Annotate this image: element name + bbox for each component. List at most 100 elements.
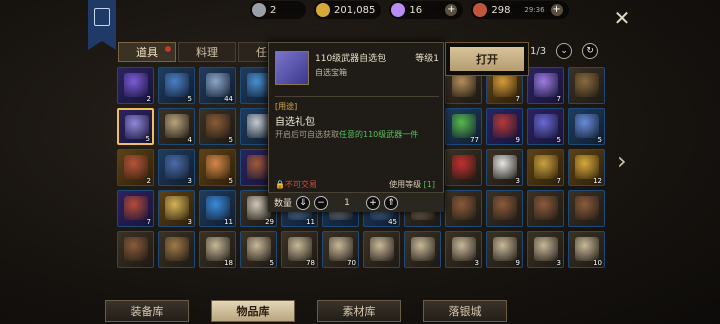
item-count: 7 <box>556 95 561 103</box>
inventory-slot[interactable]: 9 <box>486 231 523 268</box>
inventory-slot[interactable]: 2 <box>117 67 154 104</box>
bottom-tab-1[interactable]: 物品库 <box>211 300 295 322</box>
inventory-slot[interactable]: 7 <box>117 190 154 227</box>
inventory-slot[interactable]: 11 <box>199 190 236 227</box>
item-count: 2 <box>146 177 151 185</box>
inventory-slot[interactable]: 3 <box>445 231 482 268</box>
inventory-slot[interactable]: 44 <box>199 67 236 104</box>
inventory-slot[interactable]: 4 <box>158 108 195 145</box>
add-currency-icon[interactable]: + <box>550 4 563 16</box>
trade-text: 不可交易 <box>284 180 317 189</box>
open-button[interactable]: 打开 <box>445 42 529 76</box>
inventory-slot[interactable]: 5 <box>199 149 236 186</box>
inventory-slot[interactable] <box>117 231 154 268</box>
inventory-slot[interactable]: 18 <box>199 231 236 268</box>
item-icon <box>534 155 558 179</box>
item-icon <box>124 237 148 261</box>
item-icon <box>206 196 230 220</box>
inventory-slot[interactable]: 9 <box>486 108 523 145</box>
inventory-slot[interactable]: 3 <box>158 149 195 186</box>
item-icon <box>206 155 230 179</box>
inventory-slot[interactable]: 78 <box>281 231 318 268</box>
item-description: 开启后可自选获取任意的110级武器一件 <box>275 129 439 141</box>
refresh-icon[interactable]: ↻ <box>582 43 599 59</box>
inventory-slot[interactable]: 3 <box>486 149 523 186</box>
item-icon <box>575 196 599 220</box>
chevron-right-icon[interactable]: › <box>617 148 631 174</box>
inventory-slot[interactable]: 5 <box>199 108 236 145</box>
inventory-slot[interactable]: 3 <box>158 190 195 227</box>
item-icon <box>575 73 599 97</box>
item-icon <box>534 237 558 261</box>
timer: 29:36 <box>524 6 545 14</box>
item-icon <box>534 114 558 138</box>
item-count: 7 <box>146 218 151 226</box>
chevron-down-icon[interactable]: ⌄ <box>556 43 573 59</box>
item-icon <box>275 51 309 85</box>
inventory-slot[interactable]: 3 <box>527 231 564 268</box>
item-count: 9 <box>515 136 520 144</box>
currency-value: 201,085 <box>334 4 376 16</box>
minus-icon[interactable]: − <box>314 195 329 210</box>
item-count: 5 <box>556 136 561 144</box>
currency-3: 298 29:36 + <box>471 1 569 19</box>
item-count: 70 <box>347 259 356 267</box>
inventory-slot[interactable]: 77 <box>445 108 482 145</box>
inventory-slot[interactable] <box>158 231 195 268</box>
use-level: 使用等级 [1] <box>389 179 435 190</box>
divider <box>275 96 439 97</box>
item-count: 3 <box>187 218 192 226</box>
inventory-slot[interactable] <box>445 149 482 186</box>
inventory-slot[interactable] <box>527 190 564 227</box>
item-count: 5 <box>597 136 602 144</box>
bottom-tab-0[interactable]: 装备库 <box>105 300 189 322</box>
inventory-slot[interactable]: 5 <box>568 108 605 145</box>
inventory-slot[interactable]: 5 <box>158 67 195 104</box>
tab-0[interactable]: 道具 <box>118 42 176 62</box>
inventory-slot[interactable] <box>363 231 400 268</box>
silver-coin-icon <box>252 3 266 17</box>
inventory-slot[interactable]: 5 <box>117 108 154 145</box>
inventory-slot[interactable]: 70 <box>322 231 359 268</box>
item-icon <box>534 73 558 97</box>
add-currency-icon[interactable]: + <box>445 4 458 16</box>
inventory-slot[interactable]: 7 <box>527 67 564 104</box>
increase-max-icon[interactable]: ⇑ <box>384 195 399 210</box>
inventory-slot[interactable] <box>568 190 605 227</box>
bottom-tab-2[interactable]: 素材库 <box>317 300 401 322</box>
inventory-slot[interactable] <box>568 67 605 104</box>
inventory-slot[interactable] <box>486 190 523 227</box>
item-icon <box>206 73 230 97</box>
currency-value: 2 <box>270 4 277 16</box>
close-icon[interactable]: ✕ <box>612 8 632 28</box>
item-icon <box>124 73 148 97</box>
item-icon <box>165 114 189 138</box>
item-icon <box>493 196 517 220</box>
item-level: 等级1 <box>415 54 439 64</box>
item-icon <box>206 237 230 261</box>
decrease-max-icon[interactable]: ⇓ <box>296 195 311 210</box>
item-icon <box>452 114 476 138</box>
currency-bar: 2 201,085 16 +298 29:36 + <box>250 1 569 21</box>
item-icon <box>575 237 599 261</box>
inventory-slot[interactable] <box>445 190 482 227</box>
item-icon <box>534 196 558 220</box>
inventory-slot[interactable]: 12 <box>568 149 605 186</box>
plus-icon[interactable]: + <box>366 195 381 210</box>
bottom-tab-3[interactable]: 落银城 <box>423 300 507 322</box>
inventory-slot[interactable]: 5 <box>240 231 277 268</box>
tab-1[interactable]: 料理 <box>178 42 236 62</box>
inventory-slot[interactable] <box>404 231 441 268</box>
currency-0: 2 <box>250 1 306 19</box>
item-icon <box>575 155 599 179</box>
inventory-slot[interactable]: 2 <box>117 149 154 186</box>
qty-value[interactable]: 1 <box>332 198 362 208</box>
inventory-slot[interactable]: 7 <box>527 149 564 186</box>
item-icon <box>288 237 312 261</box>
inventory-slot[interactable]: 10 <box>568 231 605 268</box>
item-icon <box>165 237 189 261</box>
item-count: 11 <box>306 218 315 226</box>
item-count: 5 <box>228 136 233 144</box>
inventory-slot[interactable]: 5 <box>527 108 564 145</box>
item-count: 3 <box>515 177 520 185</box>
